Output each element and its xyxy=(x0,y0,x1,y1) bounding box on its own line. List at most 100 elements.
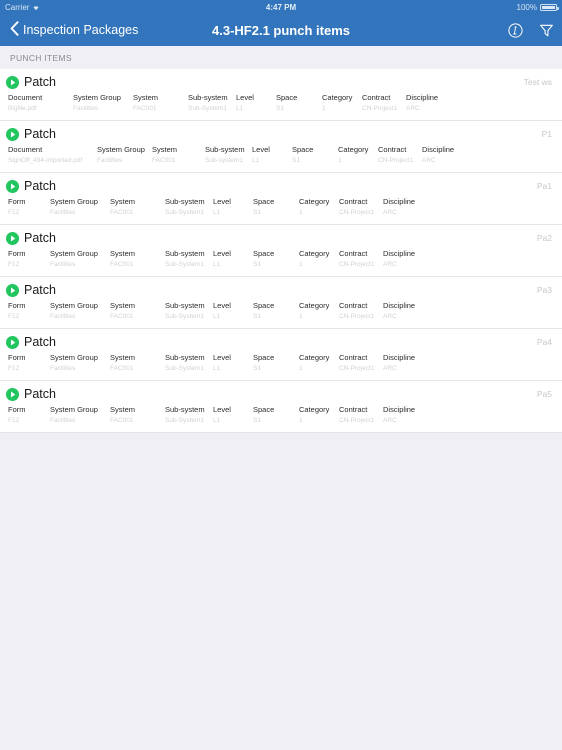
field-value: L1 xyxy=(252,157,260,164)
field-value: L1 xyxy=(213,209,221,216)
field-system: System FAC001 xyxy=(152,145,205,165)
field-label: Space xyxy=(276,93,298,102)
list-item[interactable]: Patch P1 Document SignOff_494-imported.pdf S… xyxy=(0,121,562,173)
field-category: Category 1 xyxy=(322,93,362,113)
status-badge: Test ws xyxy=(523,77,552,87)
status-badge: Pa1 xyxy=(536,181,552,191)
field-contract: Contract CN-Project1 xyxy=(339,301,383,321)
field-label: Discipline xyxy=(422,145,455,154)
back-button[interactable]: Inspection Packages xyxy=(10,21,138,39)
field-form: Form F12 xyxy=(8,353,50,373)
list-item-title: Patch xyxy=(24,75,56,89)
field-space: Space S1 xyxy=(253,301,299,321)
list-item-title: Patch xyxy=(24,231,56,245)
field-space: Space S1 xyxy=(253,197,299,217)
filter-funnel-icon[interactable] xyxy=(539,23,554,38)
field-sub-system: Sub-system Sub-system1 xyxy=(205,145,252,165)
field-value: 1 xyxy=(299,261,303,268)
field-label: System Group xyxy=(97,145,145,154)
field-contract: Contract CN-Project1 xyxy=(339,249,383,269)
field-discipline: Discipline ARC xyxy=(406,93,450,113)
field-label: Level xyxy=(213,249,231,258)
field-system-group: System Group Facilities xyxy=(50,197,110,217)
field-label: Level xyxy=(252,145,270,154)
field-document: Document SignOff_494-imported.pdf xyxy=(8,145,97,165)
field-label: Form xyxy=(8,197,26,206)
punch-items-list: Patch Test ws Document Bigfile.pdf System Gr… xyxy=(0,69,562,433)
field-label: Space xyxy=(253,353,275,362)
field-value: F12 xyxy=(8,313,20,320)
field-value: Facilities xyxy=(97,157,123,164)
field-value: 1 xyxy=(338,157,342,164)
field-label: Form xyxy=(8,405,26,414)
field-label: System xyxy=(152,145,178,154)
list-item-header: Patch Pa1 xyxy=(0,179,562,193)
field-contract: Contract CN-Project1 xyxy=(339,405,383,425)
field-form: Form F12 xyxy=(8,249,50,269)
list-item-header: Patch Pa5 xyxy=(0,387,562,401)
field-label: Document xyxy=(8,145,43,154)
play-circle-icon[interactable] xyxy=(6,127,19,141)
list-item-title: Patch xyxy=(24,335,56,349)
list-item-title: Patch xyxy=(24,127,56,141)
field-label: Discipline xyxy=(383,405,416,414)
field-value: Facilities xyxy=(50,261,76,268)
field-value: L1 xyxy=(213,261,221,268)
field-label: Form xyxy=(8,249,26,258)
list-item[interactable]: Patch Pa1 Form F12 System Group Facilities Sys… xyxy=(0,173,562,225)
play-circle-icon[interactable] xyxy=(6,335,19,349)
list-item[interactable]: Patch Pa3 Form F12 System Group Facilities Sys… xyxy=(0,277,562,329)
field-value: ARC xyxy=(383,313,397,320)
info-circle-icon[interactable] xyxy=(508,22,523,38)
play-circle-icon[interactable] xyxy=(6,283,19,297)
field-category: Category 1 xyxy=(299,197,339,217)
field-system-group: System Group Facilities xyxy=(50,301,110,321)
field-space: Space S1 xyxy=(276,93,322,113)
list-item[interactable]: Patch Pa5 Form F12 System Group Facilities Sys… xyxy=(0,381,562,433)
field-form: Form F12 xyxy=(8,301,50,321)
field-value: CN-Project1 xyxy=(362,105,398,112)
field-value: 1 xyxy=(299,209,303,216)
field-space: Space S1 xyxy=(253,405,299,425)
list-item[interactable]: Patch Pa4 Form F12 System Group Facilities Sys… xyxy=(0,329,562,381)
field-label: Contract xyxy=(339,301,368,310)
field-value: S1 xyxy=(253,365,261,372)
battery-percent-label: 100% xyxy=(516,2,537,12)
play-circle-icon[interactable] xyxy=(6,75,19,89)
field-discipline: Discipline ARC xyxy=(383,405,427,425)
list-item-title: Patch xyxy=(24,387,56,401)
play-circle-icon[interactable] xyxy=(6,231,19,245)
field-label: System xyxy=(110,405,136,414)
field-label: Contract xyxy=(339,249,368,258)
field-sub-system: Sub-system Sub-System1 xyxy=(165,197,213,217)
field-discipline: Discipline ARC xyxy=(383,301,427,321)
field-category: Category 1 xyxy=(338,145,378,165)
field-system-group: System Group Facilities xyxy=(73,93,133,113)
field-sub-system: Sub-system Sub-System1 xyxy=(165,249,213,269)
list-item[interactable]: Patch Pa2 Form F12 System Group Facilities Sys… xyxy=(0,225,562,277)
field-category: Category 1 xyxy=(299,353,339,373)
field-label: Document xyxy=(8,93,43,102)
field-value: FAC001 xyxy=(152,157,176,164)
field-space: Space S1 xyxy=(292,145,338,165)
field-label: System Group xyxy=(50,197,98,206)
field-value: F12 xyxy=(8,209,20,216)
field-label: Contract xyxy=(362,93,391,102)
play-circle-icon[interactable] xyxy=(6,179,19,193)
section-header-label: PUNCH ITEMS xyxy=(10,52,72,63)
field-value: L1 xyxy=(213,313,221,320)
play-circle-icon[interactable] xyxy=(6,387,19,401)
field-value: Facilities xyxy=(50,313,76,320)
list-item-fields: Document SignOff_494-imported.pdf System G… xyxy=(0,141,562,165)
field-label: Space xyxy=(292,145,314,154)
field-value: S1 xyxy=(253,313,261,320)
field-value: Sub-System1 xyxy=(165,209,205,216)
field-label: Category xyxy=(299,197,330,206)
field-space: Space S1 xyxy=(253,353,299,373)
field-value: S1 xyxy=(253,261,261,268)
back-button-label: Inspection Packages xyxy=(23,23,139,37)
field-category: Category 1 xyxy=(299,301,339,321)
app-root: Carrier 4:47 PM 100% Inspection Packages… xyxy=(0,0,562,750)
list-item[interactable]: Patch Test ws Document Bigfile.pdf System Gr… xyxy=(0,69,562,121)
field-value: Sub-System1 xyxy=(165,313,205,320)
